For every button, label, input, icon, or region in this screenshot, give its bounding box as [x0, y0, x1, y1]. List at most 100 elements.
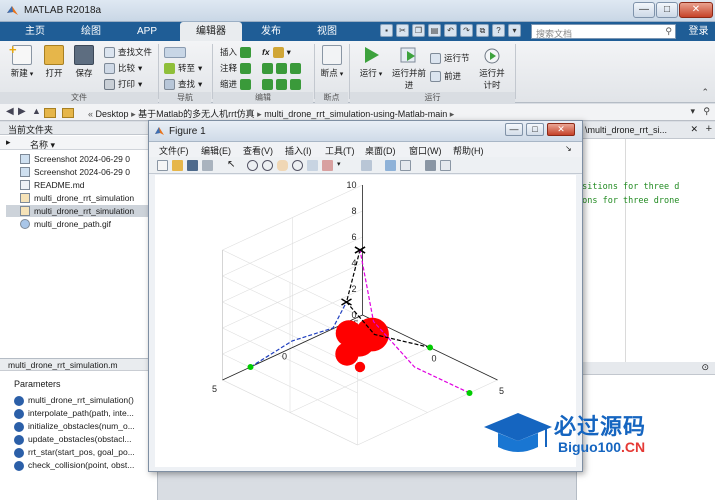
- zoom-in-icon[interactable]: [247, 160, 258, 171]
- close-tab-icon[interactable]: ✕: [690, 124, 698, 135]
- function-item[interactable]: check_collision(point, obst...: [14, 459, 134, 472]
- save-figure-icon[interactable]: [187, 160, 198, 171]
- maximize-button[interactable]: □: [656, 2, 678, 18]
- tab-publish[interactable]: 发布: [250, 22, 292, 41]
- find-button[interactable]: 查找 ▾: [164, 77, 202, 91]
- menu-help[interactable]: 帮助(H): [453, 144, 484, 157]
- menu-tools[interactable]: 工具(T): [325, 144, 355, 157]
- collapse-ribbon-icon[interactable]: ⌃: [701, 87, 709, 98]
- breakpoints-button[interactable]: 断点 ▾: [318, 45, 346, 79]
- rotate-3d-icon[interactable]: [292, 160, 303, 171]
- data-cursor-icon[interactable]: [307, 160, 318, 171]
- advance-button[interactable]: 前进: [430, 69, 461, 83]
- tab-apps[interactable]: APP: [126, 22, 168, 41]
- run-and-advance-button[interactable]: 运行并前进: [392, 45, 426, 91]
- run-and-time-button[interactable]: 运行并计时: [476, 45, 508, 91]
- help-icon[interactable]: ?: [492, 24, 505, 37]
- tab-home[interactable]: 主页: [14, 22, 56, 41]
- tab-view[interactable]: 视图: [306, 22, 348, 41]
- print-button[interactable]: 打印 ▾: [104, 77, 142, 91]
- search-folder-icon[interactable]: ⚲: [703, 106, 710, 117]
- print-figure-icon[interactable]: [202, 160, 213, 171]
- fx-button[interactable]: fx ▾: [262, 45, 291, 59]
- open-button[interactable]: 打开: [40, 45, 68, 79]
- cut-icon[interactable]: ✂: [396, 24, 409, 37]
- address-dropdown-icon[interactable]: ▾: [690, 106, 695, 117]
- list-item[interactable]: Screenshot 2024-06-29 0: [20, 153, 130, 165]
- undo-icon[interactable]: ↶: [444, 24, 457, 37]
- menu-edit[interactable]: 编辑(E): [201, 144, 231, 157]
- minimize-button[interactable]: —: [633, 2, 655, 18]
- brush-icon[interactable]: [322, 160, 333, 171]
- colorbar-icon[interactable]: [385, 160, 396, 171]
- function-item[interactable]: initialize_obstacles(num_o...: [14, 420, 135, 433]
- comment-button[interactable]: 注释: [220, 61, 252, 75]
- comment-tools[interactable]: [262, 61, 301, 75]
- menu-file[interactable]: 文件(F): [159, 144, 189, 157]
- code-line[interactable]: ions for three drone: [577, 196, 679, 206]
- menu-window[interactable]: 窗口(W): [409, 144, 442, 157]
- compare-button[interactable]: 比较 ▾: [104, 61, 142, 75]
- function-item[interactable]: multi_drone_rrt_simulation(): [14, 394, 134, 407]
- menu-desktop[interactable]: 桌面(D): [365, 144, 396, 157]
- brush-dropdown-icon[interactable]: ▾: [337, 160, 343, 171]
- back-icon[interactable]: ◀: [6, 106, 14, 117]
- paste-icon[interactable]: ▤: [428, 24, 441, 37]
- forward-icon[interactable]: ▶: [18, 106, 26, 117]
- login-button[interactable]: 登录: [682, 22, 715, 41]
- search-input[interactable]: 搜索文档 ⚲: [531, 24, 676, 39]
- name-column-header[interactable]: 名称 ▾: [30, 138, 55, 151]
- new-button[interactable]: + 新建 ▾: [8, 42, 36, 79]
- copy-icon[interactable]: ❐: [412, 24, 425, 37]
- show-plot-tools-icon[interactable]: [440, 160, 451, 171]
- zoom-out-icon[interactable]: [262, 160, 273, 171]
- function-item[interactable]: interpolate_path(path, inte...: [14, 407, 134, 420]
- function-item[interactable]: update_obstacles(obstacl...: [14, 433, 131, 446]
- tab-editor[interactable]: 编辑器: [180, 22, 242, 41]
- hide-plot-tools-icon[interactable]: [425, 160, 436, 171]
- goto-button[interactable]: 转至 ▾: [164, 61, 202, 75]
- find-files-button[interactable]: 查找文件: [104, 45, 152, 59]
- editor-tab[interactable]: \multi_drone_rrt_si... ✕ +: [577, 122, 715, 139]
- redo-icon[interactable]: ↷: [460, 24, 473, 37]
- indent-tools[interactable]: [262, 77, 301, 91]
- code-line[interactable]: ositions for three d: [577, 182, 679, 192]
- expand-icon[interactable]: ▸: [6, 137, 11, 148]
- indent-button[interactable]: 缩进: [220, 77, 252, 91]
- switch-windows-icon[interactable]: ⧉: [476, 24, 489, 37]
- menu-insert[interactable]: 插入(I): [285, 144, 312, 157]
- select-arrow-icon[interactable]: ↖: [227, 160, 238, 171]
- panel-menu-icon[interactable]: ⊙: [701, 362, 709, 373]
- list-item[interactable]: multi_drone_path.gif: [20, 218, 111, 230]
- search-icon[interactable]: ⚲: [665, 26, 672, 37]
- breadcrumb-current[interactable]: multi_drone_rrt_simulation-using-Matlab-…: [264, 109, 447, 119]
- link-plot-icon[interactable]: [361, 160, 372, 171]
- up-folder-icon[interactable]: ▲: [32, 106, 41, 116]
- run-section-button[interactable]: 运行节: [430, 51, 470, 65]
- figure-maximize-button[interactable]: □: [526, 123, 544, 136]
- tab-plots[interactable]: 绘图: [70, 22, 112, 41]
- dock-figure-icon[interactable]: ↘: [565, 144, 572, 153]
- run-button[interactable]: 运行 ▾: [356, 45, 386, 79]
- breadcrumb-desktop[interactable]: Desktop: [96, 109, 129, 119]
- menu-view[interactable]: 查看(V): [243, 144, 273, 157]
- insert-button[interactable]: 插入: [220, 45, 252, 59]
- open-file-icon[interactable]: [172, 160, 183, 171]
- legend-icon[interactable]: [400, 160, 411, 171]
- customize-icon[interactable]: ▾: [508, 24, 521, 37]
- breadcrumb-project[interactable]: 基于Matlab的多无人机rrt仿真: [138, 109, 255, 119]
- list-item[interactable]: multi_drone_rrt_simulation: [20, 192, 134, 204]
- function-item[interactable]: rrt_star(start_pos, goal_po...: [14, 446, 135, 459]
- new-tab-icon[interactable]: +: [706, 123, 712, 135]
- new-figure-icon[interactable]: [157, 160, 168, 171]
- figure-minimize-button[interactable]: —: [505, 123, 523, 136]
- back-forward-button[interactable]: [164, 45, 186, 59]
- figure-close-button[interactable]: ✕: [547, 123, 575, 136]
- save-icon[interactable]: ▪: [380, 24, 393, 37]
- list-item[interactable]: README.md: [20, 179, 85, 191]
- list-item-selected[interactable]: multi_drone_rrt_simulation: [6, 205, 158, 217]
- browse-folder-icon[interactable]: [44, 108, 56, 118]
- close-button[interactable]: ✕: [679, 2, 713, 18]
- pan-hand-icon[interactable]: [277, 160, 288, 171]
- list-item[interactable]: Screenshot 2024-06-29 0: [20, 166, 130, 178]
